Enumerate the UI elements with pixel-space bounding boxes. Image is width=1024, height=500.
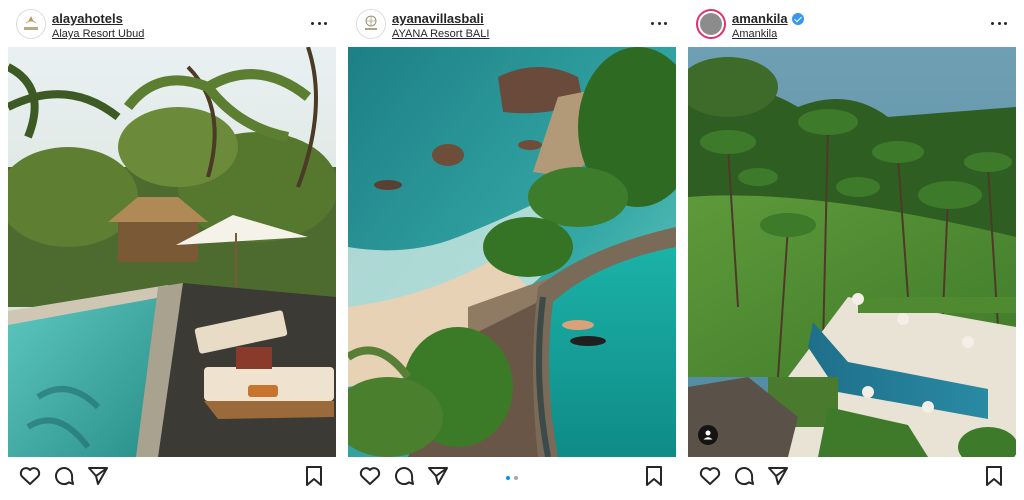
amankila-logo-icon [700, 13, 722, 35]
post-actions [348, 461, 676, 493]
username-link[interactable]: alayahotels [52, 11, 144, 26]
post-header: alayahotels Alaya Resort Ubud [8, 0, 336, 46]
ayana-logo-icon [357, 10, 385, 38]
verified-badge-icon [791, 12, 804, 25]
location-link[interactable]: AYANA Resort BALI [392, 27, 489, 41]
post-photo[interactable] [8, 47, 336, 457]
post-photo[interactable] [688, 47, 1016, 457]
cliff-pool-ocean-photo [348, 47, 676, 457]
bookmark-icon[interactable] [642, 464, 666, 488]
more-options-icon[interactable] [648, 14, 670, 32]
avatar[interactable] [696, 9, 726, 39]
post-actions [8, 461, 336, 493]
post-photo[interactable] [348, 47, 676, 457]
user-info: alayahotels Alaya Resort Ubud [52, 11, 144, 41]
paper-plane-icon[interactable] [426, 464, 450, 488]
heart-icon[interactable] [358, 464, 382, 488]
comment-icon[interactable] [52, 464, 76, 488]
username-link[interactable]: ayanavillasbali [392, 11, 489, 26]
user-info: ayanavillasbali AYANA Resort BALI [392, 11, 489, 41]
alaya-logo-icon [17, 10, 45, 38]
aerial-palm-pool-photo [688, 47, 1016, 457]
avatar[interactable] [16, 9, 46, 39]
carousel-indicator [506, 476, 518, 480]
heart-icon[interactable] [698, 464, 722, 488]
comment-icon[interactable] [392, 464, 416, 488]
post-card: alayahotels Alaya Resort Ubud [8, 0, 336, 500]
location-link[interactable]: Amankila [732, 27, 804, 41]
post-actions [688, 461, 1016, 493]
user-info: amankila Amankila [732, 11, 804, 41]
more-options-icon[interactable] [308, 14, 330, 32]
bookmark-icon[interactable] [302, 464, 326, 488]
avatar[interactable] [356, 9, 386, 39]
carousel-dot-active[interactable] [506, 476, 510, 480]
user-tag-icon[interactable] [698, 425, 718, 445]
carousel-dot[interactable] [514, 476, 518, 480]
paper-plane-icon[interactable] [766, 464, 790, 488]
comment-icon[interactable] [732, 464, 756, 488]
paper-plane-icon[interactable] [86, 464, 110, 488]
post-header: ayanavillasbali AYANA Resort BALI [348, 0, 676, 46]
bookmark-icon[interactable] [982, 464, 1006, 488]
post-card: amankila Amankila [688, 0, 1016, 500]
location-link[interactable]: Alaya Resort Ubud [52, 27, 144, 41]
post-card: ayanavillasbali AYANA Resort BALI [348, 0, 676, 500]
more-options-icon[interactable] [988, 14, 1010, 32]
heart-icon[interactable] [18, 464, 42, 488]
post-header: amankila Amankila [688, 0, 1016, 46]
resort-pool-cabana-photo [8, 47, 336, 457]
username-link[interactable]: amankila [732, 11, 804, 26]
